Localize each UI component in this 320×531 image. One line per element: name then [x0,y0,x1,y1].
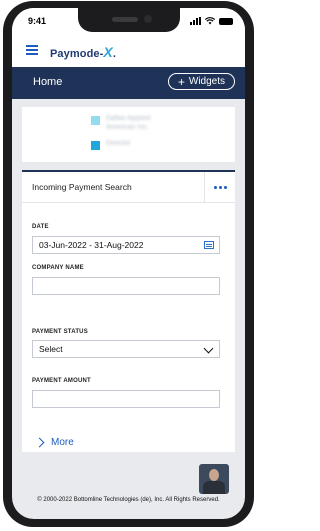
phone-frame: 9:41 Paymode-X. Home + Widgets Dallas Ap… [3,1,254,527]
page-title: Home [33,76,63,88]
date-range-field[interactable]: 03-Jun-2022 - 31-Aug-2022 [32,236,220,254]
status-time: 9:41 [28,16,47,26]
legend-item: Director [91,139,131,150]
more-options-icon[interactable] [204,172,235,202]
payment-status-label: PAYMENT STATUS [32,329,88,335]
system-icons [190,17,233,25]
legend-swatch [91,116,100,125]
payment-status-value: Select [39,344,63,354]
incoming-payment-search-card: Incoming Payment Search DATE 03-Jun-2022… [22,170,235,452]
chevron-down-icon [203,343,214,354]
hamburger-menu-icon[interactable] [26,45,38,55]
plus-icon: + [177,74,185,89]
battery-icon [219,17,233,25]
paymode-x-logo: Paymode-X. [50,44,116,60]
legend-item: Dallas Applied American Inc. [91,114,166,132]
card-header: Incoming Payment Search [22,172,235,203]
company-name-field[interactable] [32,277,220,295]
widgets-button-label: Widgets [188,76,225,87]
date-label: DATE [32,224,49,230]
device-notch [78,8,180,32]
chevron-right-icon [34,437,45,448]
company-name-label: COMPANY NAME [32,265,84,271]
copyright-footer: © 2000-2022 Bottomline Technologies (de)… [37,497,220,503]
card-title: Incoming Payment Search [32,182,132,192]
nav-bar: Home + Widgets [12,67,245,99]
legend-swatch [91,141,100,150]
payment-amount-label: PAYMENT AMOUNT [32,378,91,384]
app-header: Paymode-X. [12,34,245,67]
signal-icon [190,17,201,25]
date-range-value: 03-Jun-2022 - 31-Aug-2022 [39,240,144,250]
payment-status-select[interactable]: Select [32,340,220,358]
calendar-icon[interactable] [204,241,214,249]
wifi-icon [205,17,215,25]
app-screen: 9:41 Paymode-X. Home + Widgets Dallas Ap… [12,8,245,519]
user-avatar[interactable] [199,464,229,494]
more-filters-link[interactable]: More [34,437,74,448]
payment-amount-field[interactable] [32,390,220,408]
legend-label: Dallas Applied American Inc. [106,115,151,131]
chart-widget-card: Dallas Applied American Inc. Director [22,107,235,162]
legend-label: Director [106,140,131,147]
add-widgets-button[interactable]: + Widgets [167,73,235,90]
more-label: More [51,437,74,448]
